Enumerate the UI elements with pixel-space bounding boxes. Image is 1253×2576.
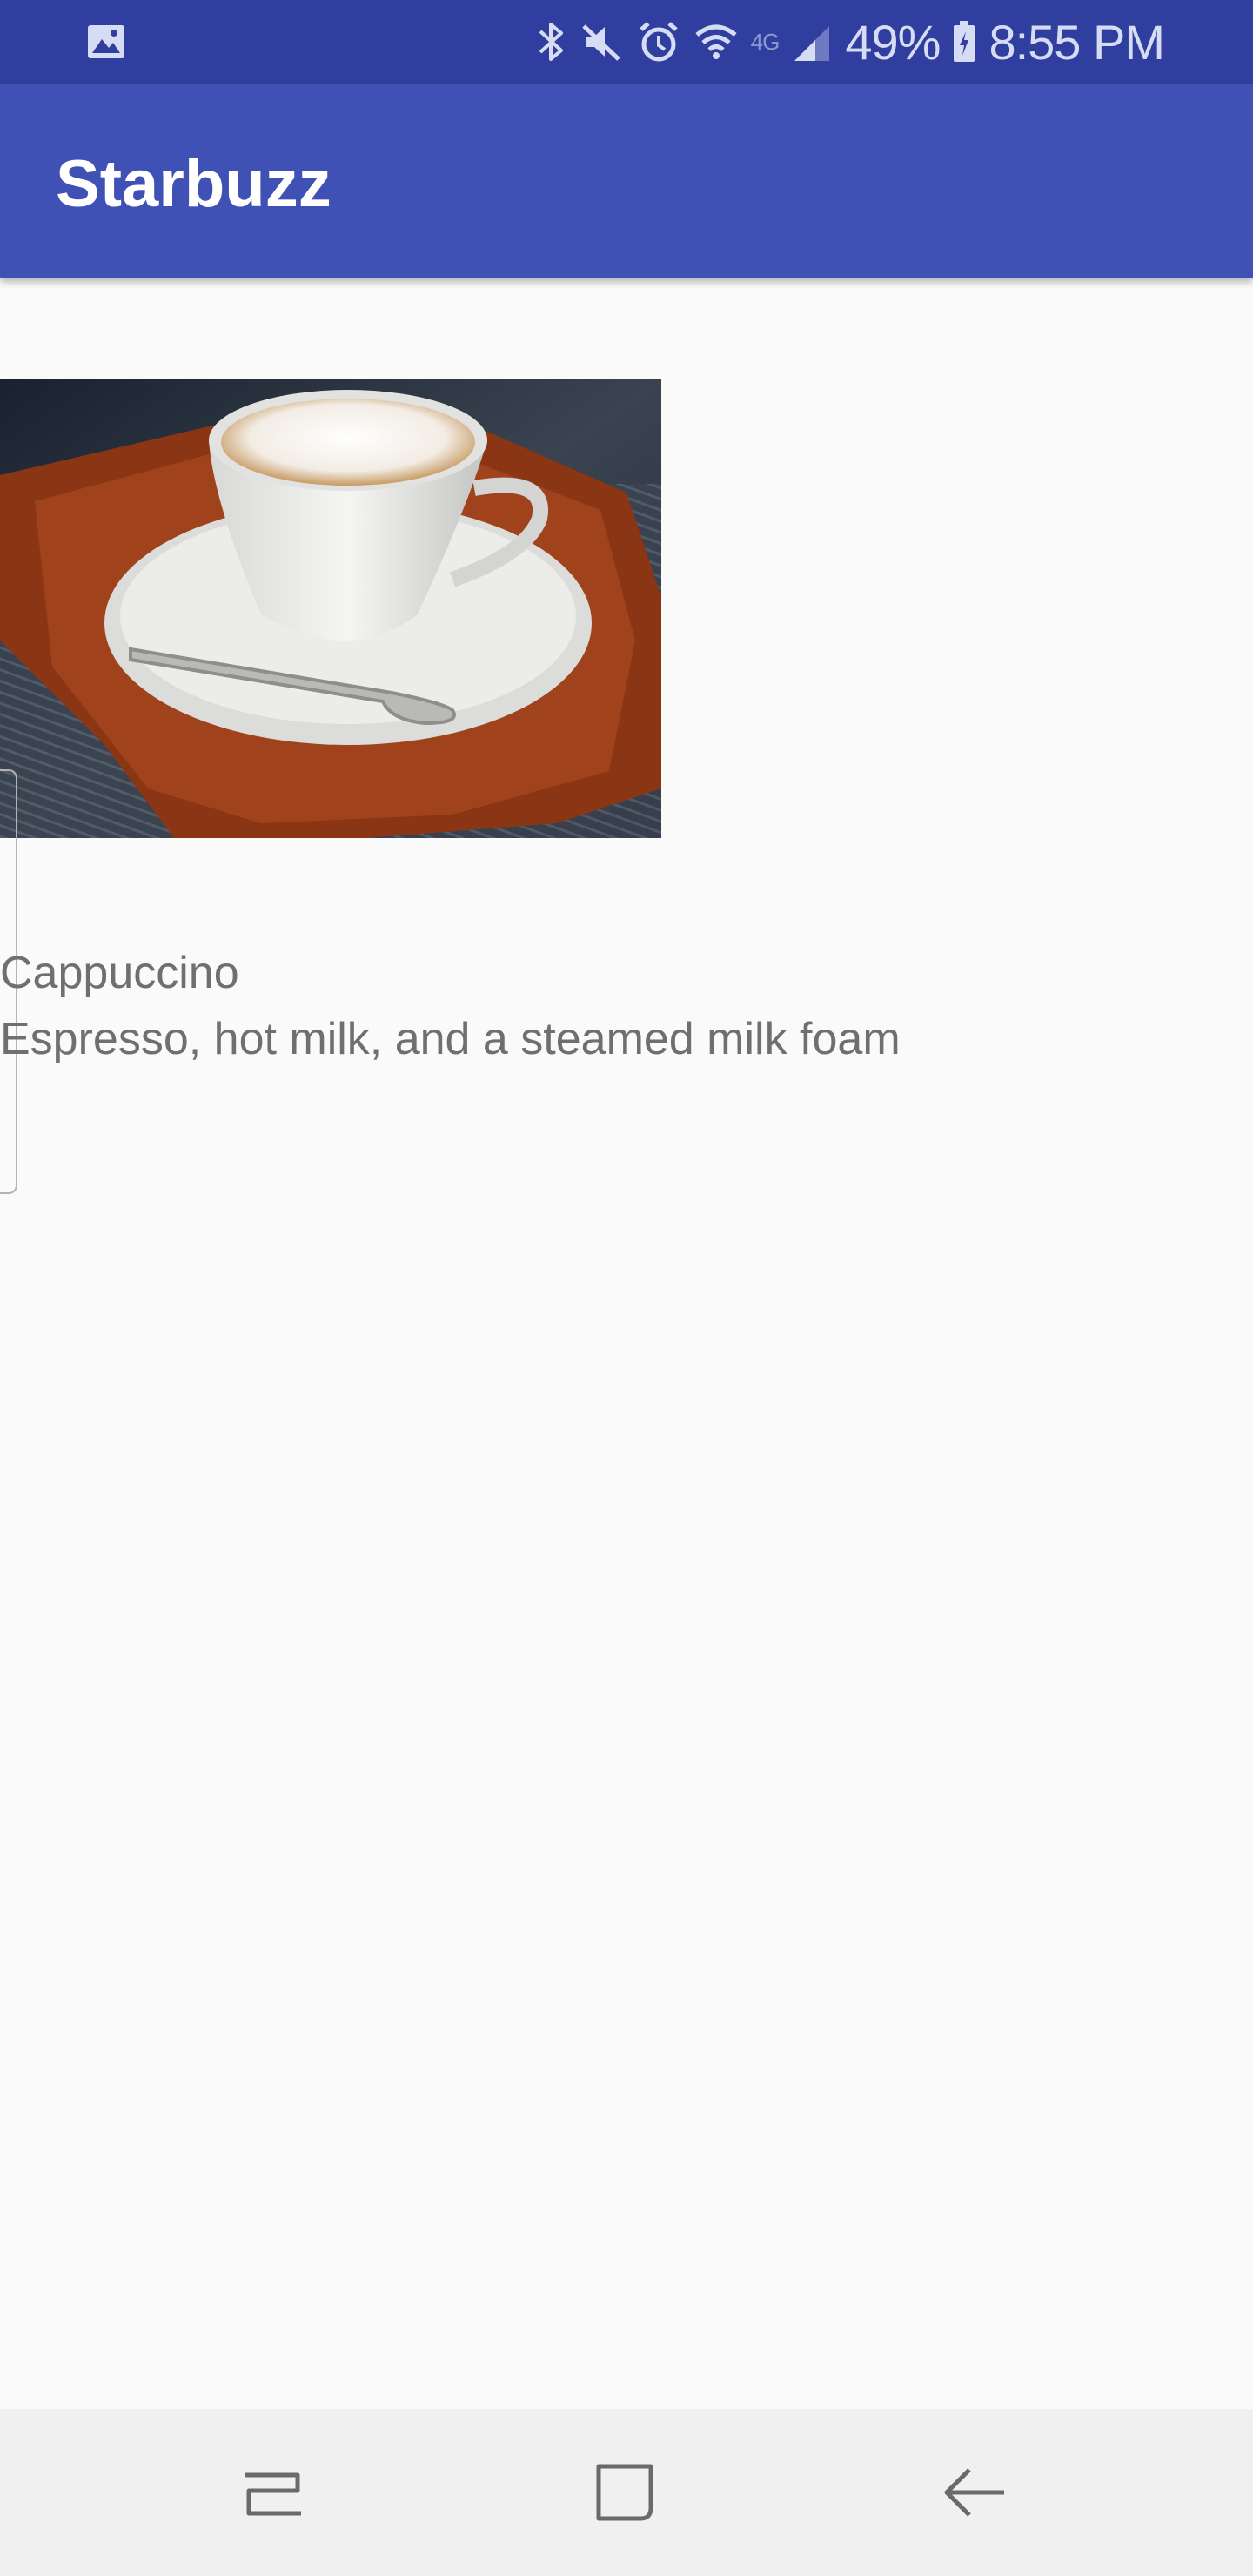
lte-icon: 4G	[750, 28, 781, 55]
alarm-icon	[636, 19, 681, 64]
battery-icon	[952, 19, 976, 64]
status-bar: 4G 49% 8:55 PM	[0, 0, 1253, 84]
battery-percent: 49%	[845, 14, 941, 70]
bluetooth-icon	[535, 19, 566, 64]
app-bar: Starbuzz	[0, 84, 1253, 278]
recents-icon[interactable]	[231, 2451, 315, 2534]
drink-name: Cappuccino	[0, 948, 239, 998]
cappuccino-photo	[0, 379, 661, 838]
status-icons: 4G 49% 8:55 PM	[535, 0, 1165, 84]
image-notification-icon	[85, 21, 127, 63]
mute-icon	[579, 19, 624, 64]
app-title: Starbuzz	[56, 147, 332, 221]
clock-time: 8:55 PM	[988, 14, 1165, 70]
wifi-icon	[694, 19, 739, 64]
navigation-bar	[0, 2409, 1253, 2576]
home-icon[interactable]	[581, 2451, 665, 2534]
signal-icon	[791, 21, 833, 63]
back-icon[interactable]	[933, 2451, 1016, 2534]
drink-description: Espresso, hot milk, and a steamed milk f…	[0, 1014, 901, 1064]
